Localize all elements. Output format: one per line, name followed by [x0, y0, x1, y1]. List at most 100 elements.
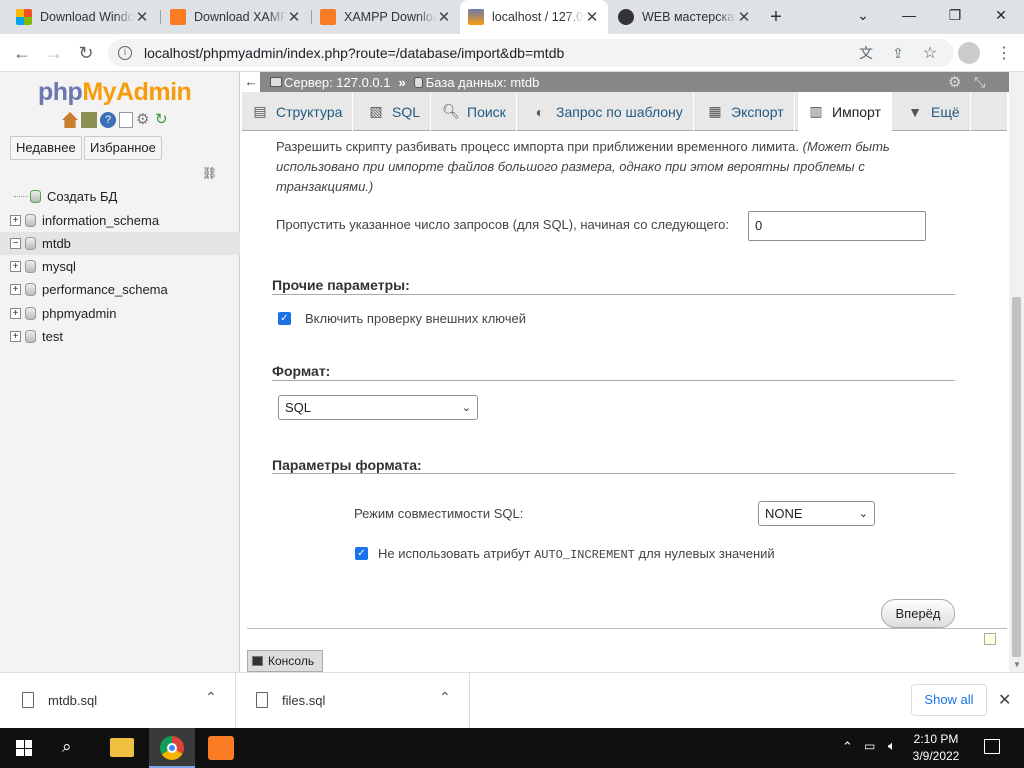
- tab-structure[interactable]: ▤ Структура: [242, 92, 354, 131]
- favorites-button[interactable]: Избранное: [84, 136, 162, 160]
- browser-tab-2[interactable]: Download XAMP ✕: [162, 0, 310, 34]
- close-tab-icon[interactable]: ✕: [134, 8, 150, 26]
- new-tab-button[interactable]: +: [762, 4, 790, 30]
- restore-button[interactable]: ❐: [932, 0, 978, 30]
- settings-icon[interactable]: ⚙: [136, 112, 152, 128]
- close-tab-icon[interactable]: ✕: [584, 8, 600, 26]
- browser-tab-5[interactable]: WEB мастерска ✕: [610, 0, 760, 34]
- download-filename: mtdb.sql: [48, 693, 98, 708]
- close-tab-icon[interactable]: ✕: [436, 8, 452, 26]
- tree-label: performance_schema: [42, 282, 168, 297]
- network-icon[interactable]: ▭: [864, 739, 875, 753]
- notifications-icon[interactable]: [984, 739, 1000, 754]
- chevron-up-icon[interactable]: ⌃: [205, 689, 217, 706]
- collapse-icon[interactable]: −: [10, 238, 21, 249]
- collapse-nav-icon[interactable]: ←: [242, 72, 260, 92]
- tab-query[interactable]: ◐ Запрос по шаблону: [522, 92, 694, 131]
- compat-mode-select[interactable]: NONE ⌄: [758, 501, 875, 526]
- tab-export[interactable]: ▦ Экспорт: [697, 92, 795, 131]
- file-explorer-icon[interactable]: [110, 738, 134, 757]
- tray-chevron-up-icon[interactable]: ⌃: [842, 739, 853, 755]
- tree-item-db[interactable]: + information_schema: [0, 209, 240, 232]
- docs-icon[interactable]: [119, 112, 133, 128]
- clock[interactable]: 2:10 PM 3/9/2022: [908, 731, 964, 765]
- tree-label: Создать БД: [47, 189, 118, 204]
- submit-button[interactable]: Вперёд: [881, 599, 955, 628]
- chrome-taskbar-button[interactable]: [149, 728, 195, 768]
- tree-label: mysql: [42, 259, 76, 274]
- link-toggle-icon[interactable]: ⛓: [202, 166, 217, 180]
- settings-icon[interactable]: ⚙: [948, 73, 961, 91]
- back-icon[interactable]: ←: [6, 34, 38, 72]
- tab-import[interactable]: ▥ Импорт: [798, 92, 892, 131]
- tree-item-create-db[interactable]: Создать БД: [0, 185, 240, 208]
- tab-search[interactable]: 🔍︎ Поиск: [433, 92, 517, 131]
- minimize-button[interactable]: —: [886, 0, 932, 30]
- page-scrollbar[interactable]: ▼: [1009, 72, 1024, 672]
- close-downloads-icon[interactable]: ✕: [998, 690, 1011, 710]
- info-icon[interactable]: i: [118, 46, 132, 60]
- windows-start-icon[interactable]: [16, 740, 32, 756]
- tab-title: Download Windo: [40, 10, 134, 24]
- scroll-down-icon[interactable]: ▼: [1013, 660, 1021, 669]
- tree-item-db[interactable]: + mysql: [0, 255, 240, 278]
- browser-tab-4-active[interactable]: localhost / 127.0 ✕: [460, 0, 608, 34]
- notes-icon[interactable]: [984, 633, 996, 645]
- breadcrumb-database[interactable]: База данных: mtdb: [426, 75, 540, 90]
- volume-icon[interactable]: 🔈︎: [888, 738, 896, 754]
- server-icon: [270, 77, 282, 87]
- download-item[interactable]: mtdb.sql ⌃: [0, 673, 236, 728]
- menu-kebab-icon[interactable]: ⋮: [988, 34, 1020, 72]
- tree-item-db[interactable]: + test: [0, 325, 240, 348]
- navigation-panel: phpMyAdmin ? ⚙ ↻ Недавнее Избранное ⛓ Со…: [0, 72, 240, 672]
- reload-icon[interactable]: ↻: [70, 34, 102, 72]
- translate-icon[interactable]: 文: [850, 34, 882, 72]
- expand-icon[interactable]: +: [10, 261, 21, 272]
- bookmark-star-icon[interactable]: ☆: [914, 34, 946, 72]
- tab-search-icon[interactable]: ⌄: [840, 0, 886, 30]
- tree-label: test: [42, 329, 63, 344]
- logout-icon[interactable]: [81, 112, 97, 128]
- skip-queries-input[interactable]: 0: [748, 211, 926, 241]
- expand-icon[interactable]: +: [10, 284, 21, 295]
- console-button[interactable]: Консоль: [247, 650, 323, 672]
- tab-more[interactable]: ▼ Ещё: [897, 92, 971, 131]
- show-all-button[interactable]: Show all: [911, 684, 987, 716]
- phpmyadmin-logo[interactable]: phpMyAdmin: [38, 78, 192, 107]
- tree-item-db-selected[interactable]: − mtdb: [0, 232, 240, 255]
- xampp-taskbar-icon[interactable]: [208, 736, 234, 760]
- collapse-header-icon[interactable]: ⤡: [974, 74, 985, 91]
- compat-value: NONE: [765, 506, 803, 521]
- tab-title: localhost / 127.0: [492, 10, 584, 24]
- close-tab-icon[interactable]: ✕: [736, 8, 752, 26]
- browser-tab-1[interactable]: Download Windo ✕: [8, 0, 158, 34]
- expand-icon[interactable]: +: [10, 215, 21, 226]
- foreign-keys-label: Включить проверку внешних ключей: [305, 311, 527, 326]
- expand-icon[interactable]: +: [10, 308, 21, 319]
- format-select[interactable]: SQL ⌄: [278, 395, 478, 420]
- address-bar[interactable]: i localhost/phpmyadmin/index.php?route=/…: [108, 39, 954, 67]
- expand-icon[interactable]: +: [10, 331, 21, 342]
- forward-icon[interactable]: →: [38, 34, 70, 72]
- tree-item-db[interactable]: + performance_schema: [0, 278, 240, 301]
- scrollbar-thumb[interactable]: [1012, 297, 1021, 657]
- chevron-up-icon[interactable]: ⌃: [439, 689, 451, 706]
- tree-item-db[interactable]: + phpmyadmin: [0, 302, 240, 325]
- reload-nav-icon[interactable]: ↻: [155, 112, 171, 128]
- close-window-button[interactable]: ✕: [978, 0, 1024, 30]
- foreign-keys-checkbox[interactable]: ✓: [278, 312, 291, 325]
- home-icon[interactable]: [62, 112, 78, 128]
- recent-button[interactable]: Недавнее: [10, 136, 82, 160]
- download-item[interactable]: files.sql ⌃: [237, 673, 470, 728]
- breadcrumb-server[interactable]: Сервер: 127.0.0.1: [284, 75, 391, 90]
- search-icon[interactable]: ⌕: [62, 737, 72, 757]
- browser-tab-3[interactable]: XAMPP Downloa ✕: [312, 0, 460, 34]
- auto-increment-checkbox[interactable]: ✓: [355, 547, 368, 560]
- share-icon[interactable]: ⇪: [882, 34, 914, 72]
- profile-avatar-icon[interactable]: [958, 42, 980, 64]
- ai-code: AUTO_INCREMENT: [534, 548, 635, 562]
- tab-label: Ещё: [931, 103, 960, 120]
- tab-sql[interactable]: ▧ SQL: [358, 92, 432, 131]
- help-icon[interactable]: ?: [100, 112, 116, 128]
- close-tab-icon[interactable]: ✕: [286, 8, 302, 26]
